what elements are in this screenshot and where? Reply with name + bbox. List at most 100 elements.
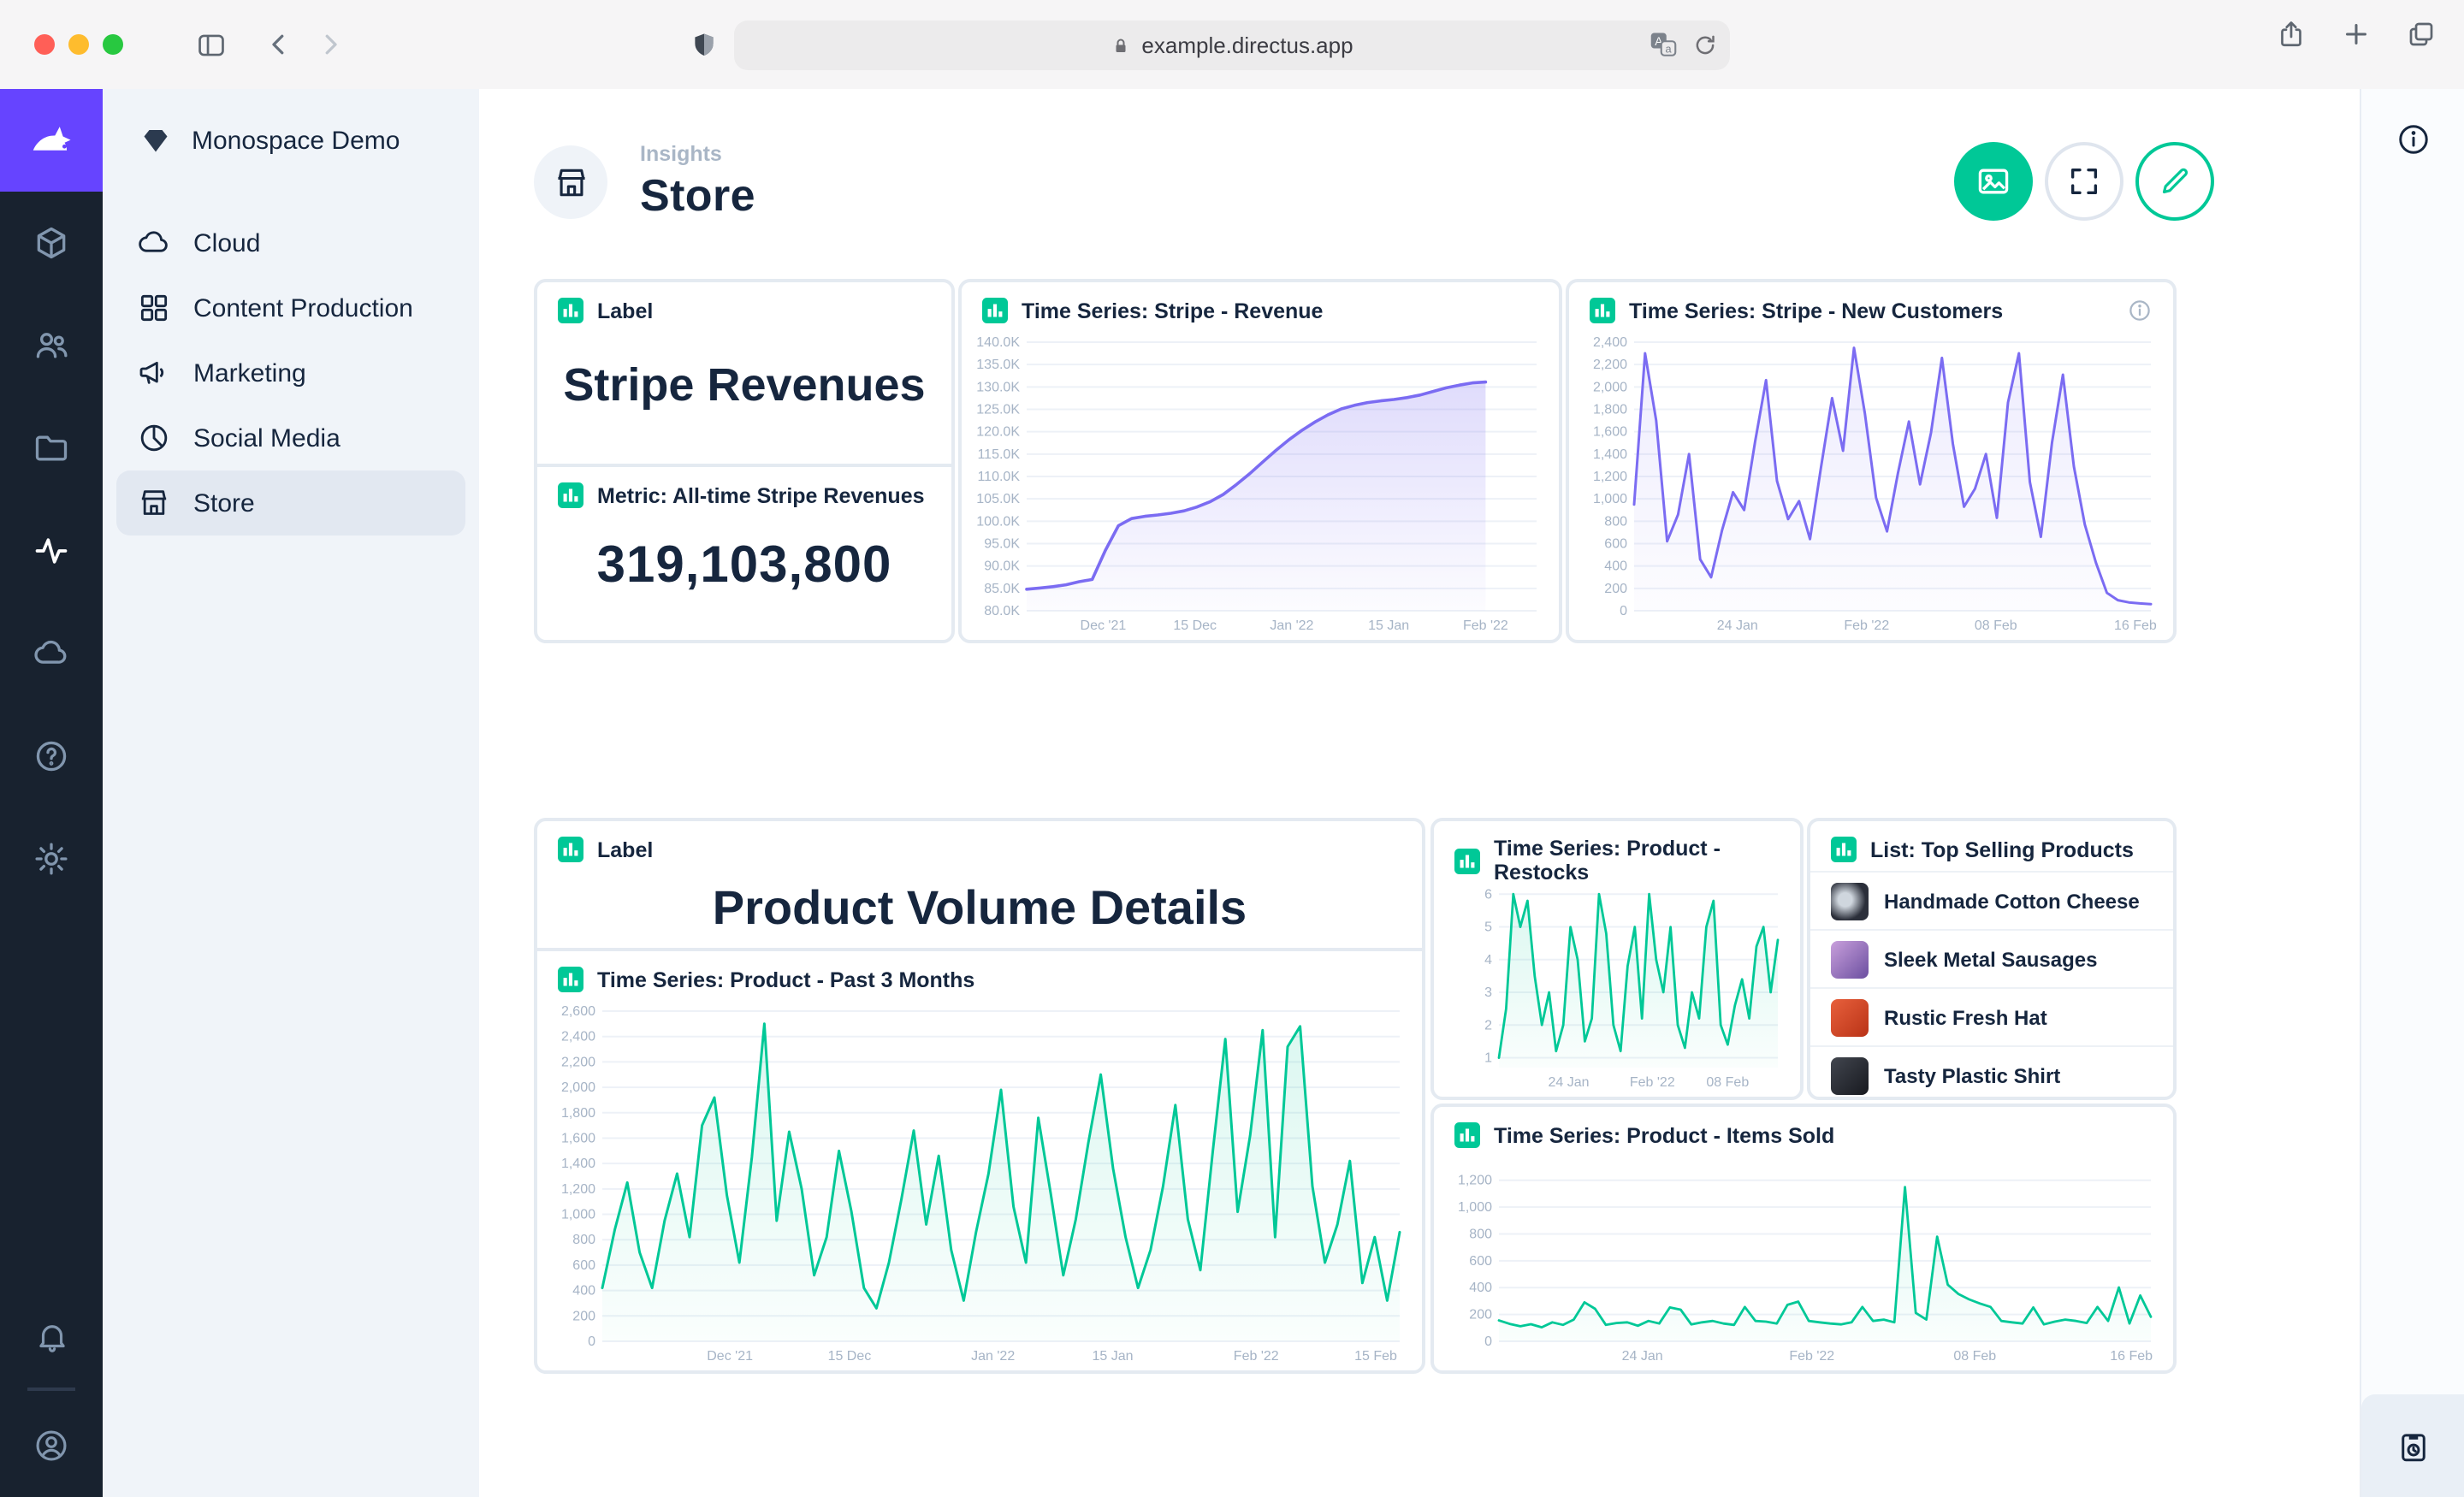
browser-toolbar: example.directus.app Aa xyxy=(0,0,2464,91)
past-3-months-chart: 2,6002,4002,2002,0001,8001,6001,4001,200… xyxy=(544,1003,1408,1365)
translate-icon[interactable]: Aa xyxy=(1648,29,1679,60)
svg-text:95.0K: 95.0K xyxy=(984,537,1020,552)
panel-ts-product-items-sold: Time Series: Product - Items Sold 1,2001… xyxy=(1430,1104,2177,1374)
svg-text:15 Dec: 15 Dec xyxy=(1173,618,1217,633)
list-item[interactable]: Tasty Plastic Shirt xyxy=(1810,1045,2173,1104)
svg-text:800: 800 xyxy=(1469,1227,1492,1241)
megaphone-icon xyxy=(137,356,171,390)
panel-product-label-chart: Label Product Volume Details Time Series… xyxy=(534,818,1425,1374)
sidebar-item-cloud[interactable]: Cloud xyxy=(116,210,465,275)
svg-text:1,600: 1,600 xyxy=(1593,425,1627,440)
pie-chart-icon xyxy=(137,421,171,455)
module-users-icon[interactable] xyxy=(0,294,103,397)
module-insights-icon[interactable] xyxy=(0,500,103,602)
back-button[interactable] xyxy=(253,19,305,70)
navigation-sidebar: Monospace Demo Cloud Content Production … xyxy=(103,89,479,1497)
svg-text:400: 400 xyxy=(572,1284,595,1299)
panel-label-stripe: Label Stripe Revenues xyxy=(537,282,951,464)
activity-icon xyxy=(33,532,70,570)
sidebar-item-content-production[interactable]: Content Production xyxy=(116,275,465,340)
module-help-icon[interactable] xyxy=(0,705,103,808)
chart-panel-icon xyxy=(1454,848,1480,873)
svg-text:1: 1 xyxy=(1484,1051,1492,1066)
gear-icon xyxy=(33,840,70,878)
list-item[interactable]: Handmade Cotton Cheese xyxy=(1810,871,2173,929)
svg-text:Feb '22: Feb '22 xyxy=(1463,618,1508,633)
module-files-icon[interactable] xyxy=(0,397,103,500)
cube-icon xyxy=(33,224,70,262)
svg-text:1,000: 1,000 xyxy=(561,1208,595,1222)
project-chooser[interactable]: Monospace Demo xyxy=(103,89,479,192)
privacy-shield-button[interactable] xyxy=(678,19,729,70)
list-item[interactable]: Sleek Metal Sausages xyxy=(1810,929,2173,987)
chart-panel-icon xyxy=(1831,837,1857,862)
chart-panel-icon xyxy=(558,298,583,323)
reload-button[interactable] xyxy=(1692,32,1718,57)
top-products-list: Handmade Cotton Cheese Sleek Metal Sausa… xyxy=(1810,871,2173,1104)
svg-text:4: 4 xyxy=(1484,953,1492,967)
image-icon xyxy=(1975,163,2012,200)
svg-text:2,000: 2,000 xyxy=(1593,380,1627,394)
svg-text:5: 5 xyxy=(1484,920,1492,935)
list-item[interactable]: Rustic Fresh Hat xyxy=(1810,987,2173,1045)
pencil-icon xyxy=(2158,164,2192,198)
svg-text:2,200: 2,200 xyxy=(1593,358,1627,372)
directus-logo[interactable] xyxy=(0,89,103,192)
page-title: Store xyxy=(640,169,755,222)
new-tab-button[interactable] xyxy=(2341,19,2372,50)
svg-text:24 Jan: 24 Jan xyxy=(1548,1075,1589,1090)
sidebar-toggle-button[interactable] xyxy=(185,19,236,70)
user-avatar[interactable] xyxy=(0,1394,103,1497)
page-header: Insights Store xyxy=(534,142,755,222)
notices-drawer-button[interactable] xyxy=(2361,1394,2464,1497)
svg-text:1,800: 1,800 xyxy=(1593,403,1627,417)
svg-text:1,800: 1,800 xyxy=(561,1106,595,1121)
svg-text:2,600: 2,600 xyxy=(561,1004,595,1019)
sidebar-item-marketing[interactable]: Marketing xyxy=(116,340,465,405)
svg-text:110.0K: 110.0K xyxy=(977,470,1020,484)
close-window-button[interactable] xyxy=(34,34,55,55)
svg-text:800: 800 xyxy=(1604,514,1627,529)
module-settings-icon[interactable] xyxy=(0,808,103,910)
module-cloud-icon[interactable] xyxy=(0,602,103,705)
fullscreen-button[interactable] xyxy=(2045,142,2123,221)
zoom-window-button[interactable] xyxy=(103,34,123,55)
sidebar-item-store[interactable]: Store xyxy=(116,470,465,535)
label-text: Product Volume Details xyxy=(537,871,1422,946)
svg-text:135.0K: 135.0K xyxy=(976,358,1020,372)
panel-ts-stripe-new-customers: Time Series: Stripe - New Customers 2,40… xyxy=(1566,279,2177,643)
svg-text:24 Jan: 24 Jan xyxy=(1622,1349,1663,1364)
svg-text:600: 600 xyxy=(1469,1254,1492,1269)
minimize-window-button[interactable] xyxy=(68,34,89,55)
svg-text:a: a xyxy=(1665,42,1672,55)
forward-button[interactable] xyxy=(305,19,356,70)
panel-title: List: Top Selling Products xyxy=(1870,837,2134,861)
tab-overview-button[interactable] xyxy=(2406,19,2437,50)
svg-text:400: 400 xyxy=(1469,1281,1492,1295)
insights-dashboard: Insights Store xyxy=(479,89,2360,1497)
svg-text:24 Jan: 24 Jan xyxy=(1717,618,1758,633)
notifications-bell-button[interactable] xyxy=(0,1285,103,1388)
chevron-left-icon xyxy=(264,29,294,60)
chart-panel-icon xyxy=(982,298,1008,323)
header-actions xyxy=(1954,142,2214,221)
info-icon[interactable] xyxy=(2127,298,2153,323)
svg-text:15 Jan: 15 Jan xyxy=(1368,618,1409,633)
address-bar[interactable]: example.directus.app Aa xyxy=(734,21,1730,70)
users-icon xyxy=(33,327,70,364)
svg-text:115.0K: 115.0K xyxy=(977,447,1020,462)
module-content-icon[interactable] xyxy=(0,192,103,294)
sidebar-item-social-media[interactable]: Social Media xyxy=(116,405,465,470)
image-button[interactable] xyxy=(1954,142,2033,221)
edit-dashboard-button[interactable] xyxy=(2135,142,2214,221)
svg-text:2,000: 2,000 xyxy=(561,1080,595,1095)
product-name: Rustic Fresh Hat xyxy=(1884,1005,2047,1029)
svg-text:08 Feb: 08 Feb xyxy=(1975,618,2017,633)
info-sidebar-button[interactable] xyxy=(2361,121,2464,157)
metric-value: 319,103,800 xyxy=(537,517,951,616)
breadcrumb[interactable]: Insights xyxy=(640,142,755,166)
share-button[interactable] xyxy=(2276,19,2307,50)
svg-text:Jan '22: Jan '22 xyxy=(1270,618,1313,633)
sidebar-icon xyxy=(194,28,227,61)
svg-text:Feb '22: Feb '22 xyxy=(1844,618,1889,633)
